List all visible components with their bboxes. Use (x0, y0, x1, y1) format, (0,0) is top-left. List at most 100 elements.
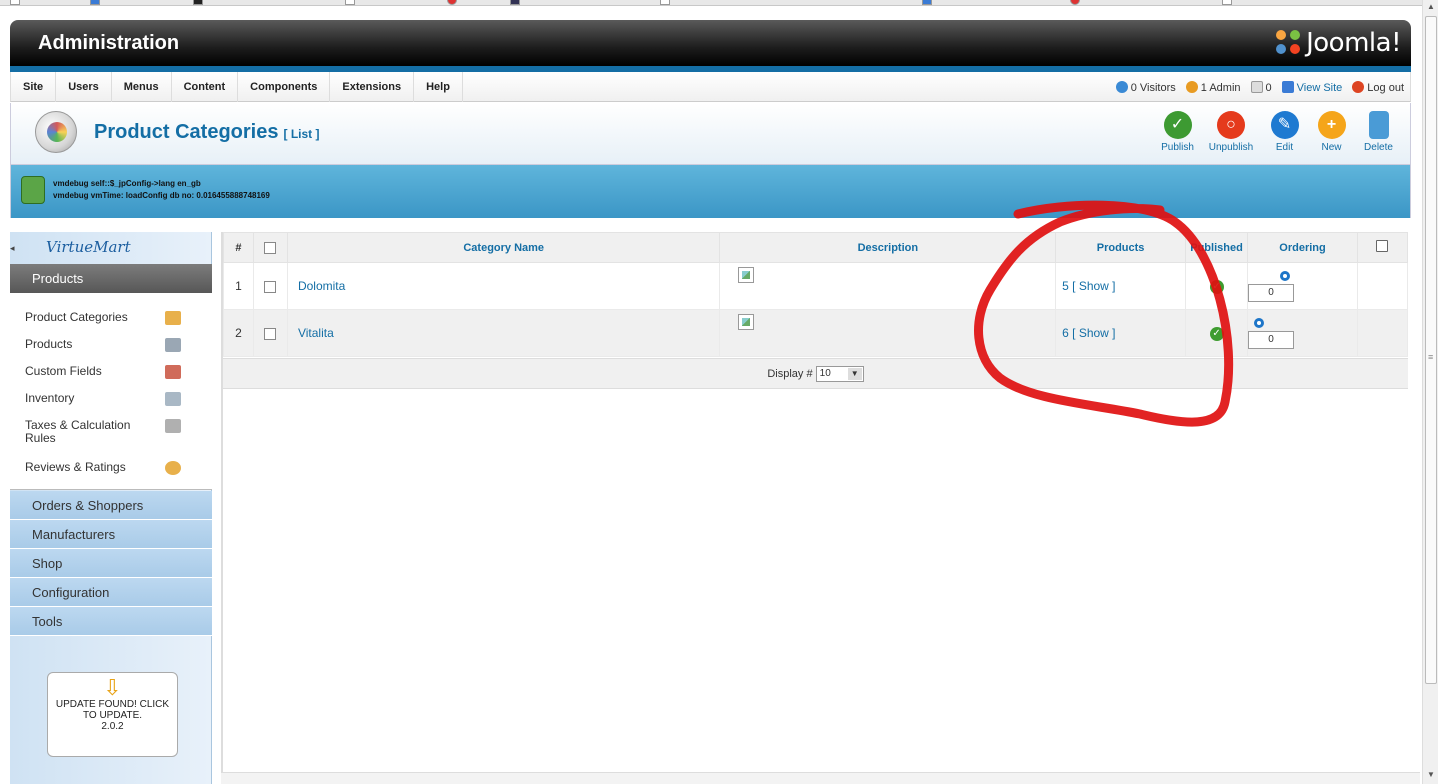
collapse-arrow-icon[interactable]: ◂ (10, 236, 18, 260)
category-link[interactable]: Vitalita (298, 326, 334, 340)
main-menubar: Site Users Menus Content Components Exte… (10, 72, 1411, 102)
menu-components[interactable]: Components (238, 72, 331, 102)
scroll-up-arrow-icon[interactable]: ▲ (1427, 2, 1435, 11)
col-published[interactable]: Published (1185, 232, 1249, 263)
toolbar: ✓ Publish ○ Unpublish ✎ Edit + New Delet… (1154, 111, 1402, 153)
scrollbar-thumb[interactable] (1425, 16, 1437, 684)
sidebar-item-product-categories[interactable]: Product Categories (25, 311, 128, 324)
table-row: 2 Vitalita 6 [ Show ] ✓ 0 (223, 309, 1409, 357)
page-header: Product Categories[ List ] ✓ Publish ○ U… (10, 103, 1411, 165)
visitors-status: 0 Visitors (1115, 80, 1176, 94)
move-up-arrow-icon[interactable] (1254, 318, 1265, 328)
unpublish-button[interactable]: ○ Unpublish (1201, 111, 1261, 153)
sidebar-section-manufacturers[interactable]: Manufacturers (10, 520, 212, 549)
menu-help[interactable]: Help (414, 72, 463, 102)
row-number: 1 (223, 262, 254, 310)
horizontal-scrollbar[interactable] (221, 772, 1420, 784)
unpublish-circle-icon: ○ (1217, 111, 1245, 139)
published-check-icon[interactable]: ✓ (1209, 280, 1224, 294)
ordering-cell: 0 (1247, 309, 1358, 357)
new-button[interactable]: + New (1308, 111, 1355, 153)
col-checkall (252, 232, 288, 263)
bookmarks-bar (0, 0, 1422, 6)
clipboard-icon (165, 392, 181, 406)
sidebar-section-shop[interactable]: Shop (10, 549, 212, 578)
save-order-icon[interactable] (1376, 240, 1389, 252)
description-cell (719, 262, 1057, 310)
bookmark-icon[interactable] (660, 0, 670, 5)
sidebar-section-tools[interactable]: Tools (10, 607, 212, 636)
logout-icon (1352, 80, 1365, 93)
bookmark-icon[interactable] (510, 0, 520, 5)
bookmark-icon[interactable] (10, 0, 20, 5)
virtuemart-logo[interactable]: VirtueMart (46, 238, 131, 262)
debug-text: vmdebug self::$_jpConfig->lang en_gb vmd… (53, 179, 270, 200)
sidebar: ◂ VirtueMart Products Product Categories… (10, 232, 212, 784)
delete-button[interactable]: Delete (1355, 111, 1402, 153)
bookmark-icon[interactable] (345, 0, 355, 5)
edit-button[interactable]: ✎ Edit (1261, 111, 1308, 153)
category-link[interactable]: Dolomita (298, 279, 345, 293)
bookmark-icon[interactable] (90, 0, 100, 5)
update-arrow-icon: ⇩ (103, 675, 122, 700)
menu-content[interactable]: Content (172, 72, 239, 102)
calculator-icon (165, 419, 181, 433)
sidebar-item-products[interactable]: Products (25, 338, 72, 351)
sidebar-item-reviews[interactable]: Reviews & Ratings (25, 461, 126, 474)
show-products-link[interactable]: 5 [ Show ] (1062, 279, 1115, 293)
table-row: 1 Dolomita 5 [ Show ] ✓ 0 (223, 262, 1409, 310)
sidebar-item-custom-fields[interactable]: Custom Fields (25, 365, 102, 378)
joomla-wordmark: Joomla! (1306, 28, 1401, 58)
published-cell: ✓ (1185, 262, 1249, 310)
products-submenu: Product Categories Products Custom Field… (10, 293, 212, 490)
scrollbar-grip-icon: ≡ (1428, 352, 1434, 362)
menu-extensions[interactable]: Extensions (330, 72, 415, 102)
select-all-checkbox[interactable] (264, 241, 277, 254)
sidebar-section-configuration[interactable]: Configuration (10, 578, 212, 607)
logout-link[interactable]: Log out (1352, 80, 1404, 94)
categories-icon (35, 111, 77, 153)
publish-button[interactable]: ✓ Publish (1154, 111, 1201, 153)
sidebar-section-orders[interactable]: Orders & Shoppers (10, 491, 212, 520)
col-category-name[interactable]: Category Name (286, 232, 721, 263)
update-notice-button[interactable]: ⇩ UPDATE FOUND! CLICK TO UPDATE. 2.0.2 (47, 672, 178, 757)
row-checkbox[interactable] (264, 327, 277, 340)
bookmark-icon[interactable] (922, 0, 932, 5)
page-subtitle: [ List ] (283, 127, 320, 141)
view-site-link[interactable]: View Site (1281, 80, 1342, 94)
scroll-down-arrow-icon[interactable]: ▼ (1427, 770, 1435, 779)
published-check-icon[interactable]: ✓ (1209, 327, 1224, 341)
vertical-scrollbar[interactable]: ▲ ≡ ▼ (1422, 0, 1438, 784)
plus-icon: + (1317, 111, 1346, 139)
sidebar-item-taxes[interactable]: Taxes & Calculation Rules (25, 419, 155, 445)
sidebar-item-inventory[interactable]: Inventory (25, 392, 74, 405)
display-count-select[interactable]: 10 ▼ (815, 366, 864, 383)
broken-image-icon (738, 314, 755, 330)
sidebar-section-products[interactable]: Products (10, 264, 212, 293)
empty-cell (1356, 309, 1409, 357)
table-header-row: # Category Name Description Products Pub… (223, 232, 1409, 263)
joomla-logo[interactable]: Joomla! (1276, 28, 1401, 58)
bookmark-icon[interactable] (447, 0, 457, 5)
bookmark-icon[interactable] (193, 0, 203, 5)
messages-status[interactable]: 0 (1250, 80, 1272, 94)
products-cell: 5 [ Show ] (1055, 262, 1187, 310)
row-checkbox[interactable] (264, 280, 277, 293)
col-save-order (1356, 232, 1409, 263)
ordering-header[interactable]: Ordering (1279, 242, 1325, 254)
menu-menus[interactable]: Menus (112, 72, 172, 102)
move-down-arrow-icon[interactable] (1280, 271, 1291, 281)
ordering-input[interactable]: 0 (1248, 331, 1295, 349)
empty-cell (1356, 262, 1409, 310)
bookmark-icon[interactable] (1070, 0, 1080, 5)
menu-site[interactable]: Site (11, 72, 57, 102)
show-products-link[interactable]: 6 [ Show ] (1062, 326, 1115, 340)
mail-icon (1250, 80, 1263, 93)
col-description[interactable]: Description (719, 232, 1057, 263)
monitor-icon (1281, 80, 1294, 93)
menu-users[interactable]: Users (56, 72, 112, 102)
ordering-input[interactable]: 0 (1248, 284, 1295, 302)
broken-image-icon (738, 267, 755, 283)
bookmark-icon[interactable] (1222, 0, 1232, 5)
chevron-down-icon: ▼ (847, 368, 862, 381)
